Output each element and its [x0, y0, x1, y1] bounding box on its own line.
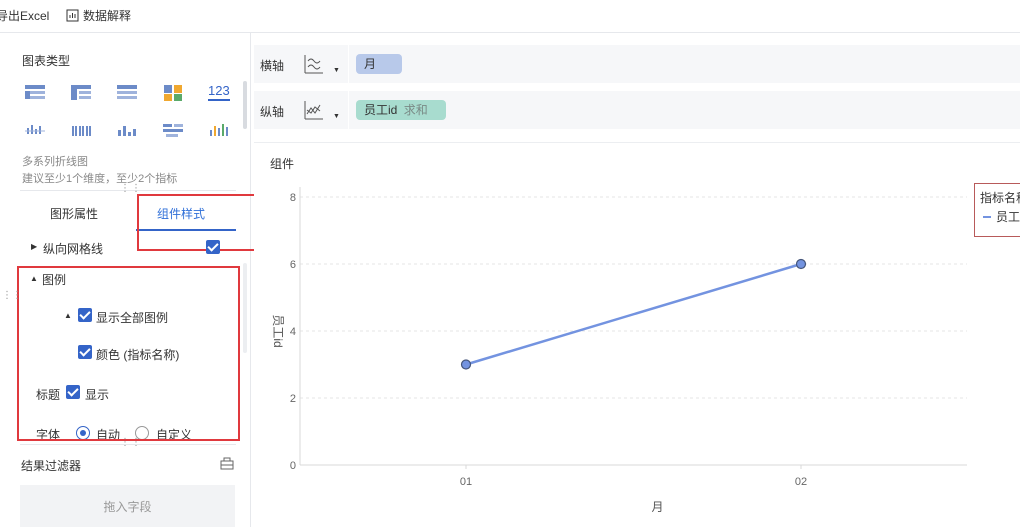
crosstab-icon[interactable] [70, 84, 92, 102]
style-scrollbar[interactable] [243, 263, 247, 353]
y-axis-row: 纵轴 ▼ 员工id 求和 [254, 91, 1020, 129]
expand-arrow-icon[interactable]: ▶ [31, 242, 37, 251]
treemap-icon[interactable] [162, 84, 184, 102]
series-line [465, 262, 802, 366]
legend-item[interactable]: 员工 [996, 208, 1020, 225]
tab-graph-props[interactable]: 图形属性 [50, 205, 98, 222]
y-field-name: 员工id [364, 103, 398, 117]
chart-type-title: 图表类型 [22, 54, 71, 68]
divider [348, 45, 349, 83]
y-tick-label: 8 [290, 192, 296, 204]
x-tick-label: 01 [460, 476, 472, 488]
export-excel-label: 导出Excel [0, 9, 50, 23]
table-icon[interactable] [24, 84, 46, 102]
vertical-grid-label: 纵向网格线 [43, 242, 104, 256]
number-icon[interactable]: 123 [208, 83, 230, 101]
divider-2 [20, 444, 236, 445]
left-config-panel: 图表类型 123 多系列折线图 建议至少1个维度，至少2个指标 ⋮⋮ 图形属性 … [0, 33, 260, 527]
y-field-pill[interactable]: 员工id 求和 [356, 100, 446, 120]
y-tick-label: 2 [290, 393, 296, 405]
drop-placeholder: 拖入字段 [103, 499, 152, 514]
y-axis-title: 员工id [271, 314, 285, 347]
y-axis-dropdown-icon[interactable]: ▼ [333, 113, 340, 120]
chart-type-scrollbar[interactable] [243, 81, 247, 129]
divider [348, 91, 349, 129]
x-field-pill[interactable]: 月 [356, 54, 402, 74]
grouped-bar-icon[interactable] [70, 121, 92, 139]
data-explain-button[interactable]: 数据解释 [66, 7, 131, 24]
bar-icon[interactable] [116, 121, 138, 139]
data-explain-icon [66, 9, 79, 22]
legend-swatch [983, 216, 991, 218]
gantt-icon[interactable] [162, 121, 184, 139]
data-point [795, 258, 807, 270]
line-chart: 0246801 02月员工id [271, 187, 967, 514]
highlight-box-tab [137, 194, 260, 251]
x-tick-label: 02 [795, 476, 807, 488]
highlight-box-legend [17, 266, 240, 441]
legend-box: 指标名称 员工 [974, 183, 1020, 237]
chart-hint: 建议至少1个维度，至少2个指标 [22, 173, 178, 185]
y-axis-type-icon[interactable] [302, 99, 324, 121]
scatter-bar-icon[interactable] [24, 121, 46, 139]
resize-handle-icon[interactable]: ⋮⋮ [120, 183, 142, 194]
filter-settings-icon[interactable] [220, 457, 234, 470]
drop-field-zone[interactable]: 拖入字段 [20, 485, 235, 527]
y-tick-label: 6 [290, 259, 296, 271]
list-icon[interactable] [116, 84, 138, 102]
chart-panel: 组件 024680102月员工id 指标名称 员工 [254, 142, 1020, 528]
y-tick-label: 4 [290, 326, 296, 338]
x-axis-label: 横轴 [260, 59, 285, 73]
top-toolbar: 导出Excel 数据解释 [0, 0, 1020, 33]
vertical-grid-checkbox[interactable] [206, 240, 220, 254]
data-point [460, 359, 472, 370]
export-excel-button[interactable]: 导出Excel [0, 7, 49, 24]
y-tick-label: 0 [290, 460, 296, 472]
chart-name: 多系列折线图 [22, 156, 88, 168]
x-axis-row: 横轴 ▼ 月 [254, 45, 1020, 83]
resize-handle-icon-2[interactable]: ⋮⋮ [120, 437, 142, 448]
x-axis-dropdown-icon[interactable]: ▼ [333, 67, 340, 74]
x-axis-title: 月 [651, 500, 663, 514]
y-axis-label: 纵轴 [260, 105, 285, 119]
legend-title: 指标名称 [980, 191, 1020, 205]
panel-drag-handle-icon[interactable]: ⋮⋮ [2, 290, 22, 301]
data-explain-label: 数据解释 [83, 9, 132, 23]
x-axis-type-icon[interactable] [302, 53, 324, 75]
y-field-agg: 求和 [403, 103, 428, 117]
filter-title: 结果过滤器 [21, 459, 82, 473]
column-icon[interactable] [208, 121, 230, 139]
